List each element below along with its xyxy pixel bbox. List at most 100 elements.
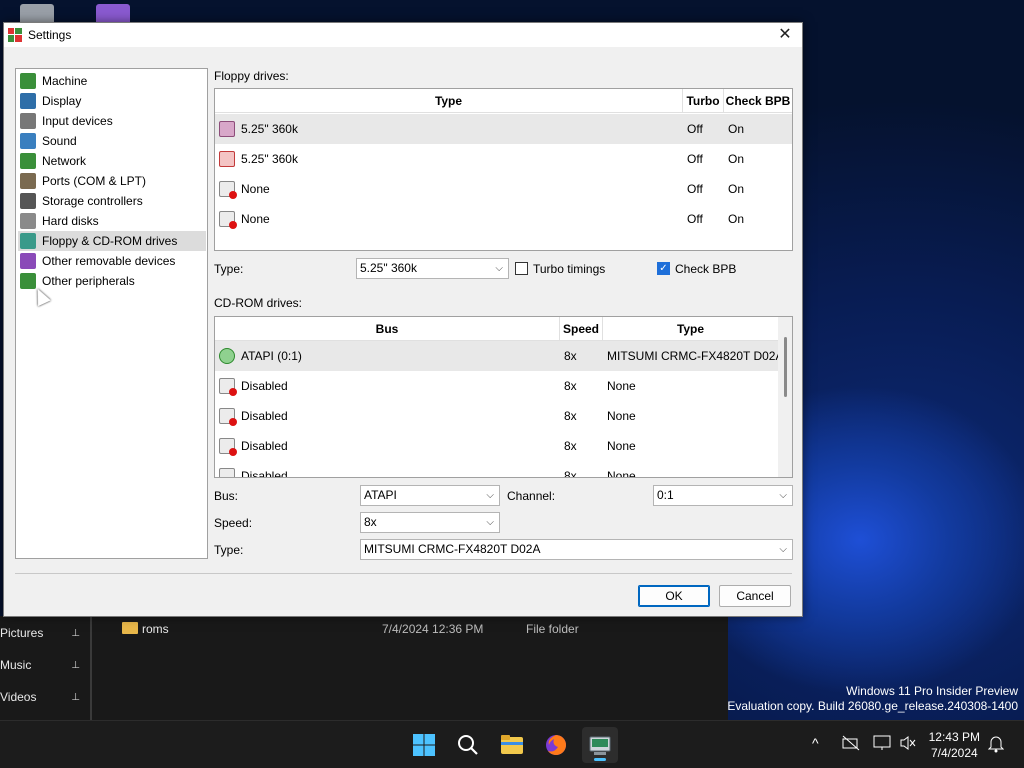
tree-item-floppy-cdrom[interactable]: Floppy & CD-ROM drives	[18, 231, 206, 251]
check-bpb-label: Check BPB	[675, 262, 737, 276]
dialog-titlebar[interactable]: Settings ✕	[4, 23, 802, 47]
cdrom-drives-list[interactable]: Bus Speed Type ATAPI (0:1) 8x MITSUMI CR…	[214, 316, 793, 478]
cdrom-speed-label: Speed:	[214, 516, 253, 530]
cdrom-type-select[interactable]: MITSUMI CRMC-FX4820T D02A ⌵	[360, 539, 793, 560]
nav-item-label: Pictures	[0, 626, 44, 640]
floppy-type: 5.25" 360k	[241, 152, 298, 166]
turbo-timings-label: Turbo timings	[533, 262, 606, 276]
nav-item-label: Videos	[0, 690, 37, 704]
speaker-muted-icon	[900, 736, 916, 750]
check-bpb-checkbox[interactable]: ✓	[657, 262, 670, 275]
pin-icon: ⊥	[71, 659, 80, 671]
file-kind: File folder	[526, 622, 579, 636]
cdrom-type: None	[607, 469, 636, 478]
ok-button[interactable]: OK	[638, 585, 710, 607]
cdrom-row[interactable]: ATAPI (0:1) 8x MITSUMI CRMC-FX4820T D02A	[215, 341, 783, 371]
cdrom-list-scrollbar[interactable]	[778, 317, 792, 477]
file-row-roms[interactable]: roms 7/4/2024 12:36 PM File folder	[122, 620, 722, 640]
floppy-check-bpb: On	[728, 152, 745, 166]
cdrom-row[interactable]: Disabled 8x None	[215, 401, 778, 431]
column-header-speed[interactable]: Speed	[560, 317, 603, 341]
floppy-row[interactable]: 5.25" 360k Off On	[215, 114, 792, 144]
settings-dialog: Settings ✕ Machine Display Input devices…	[3, 22, 803, 617]
input-devices-icon	[20, 113, 36, 129]
scrollbar-thumb[interactable]	[784, 337, 787, 397]
checkmark-icon: ✓	[659, 263, 668, 274]
tree-item-label: Storage controllers	[42, 194, 143, 208]
display-status-button[interactable]	[873, 735, 891, 754]
file-date: 7/4/2024 12:36 PM	[382, 622, 484, 636]
taskbar-clock[interactable]: 12:43 PM 7/4/2024	[929, 729, 980, 761]
cdrom-speed-select[interactable]: 8x ⌵	[360, 512, 500, 533]
nav-item-label: Music	[0, 658, 32, 672]
hard-disks-icon	[20, 213, 36, 229]
floppy-type-select[interactable]: 5.25" 360k ⌵	[356, 258, 509, 279]
firefox-button[interactable]	[538, 727, 574, 763]
tree-item-label: Machine	[42, 74, 88, 88]
ports-icon	[20, 173, 36, 189]
peripherals-icon	[20, 273, 36, 289]
tree-item-ports[interactable]: Ports (COM & LPT)	[18, 171, 206, 191]
chevron-down-icon: ⌵	[486, 490, 494, 501]
nav-item-music[interactable]: Music ⊥	[0, 655, 88, 675]
storage-controllers-icon	[20, 193, 36, 209]
cdrom-row[interactable]: Disabled 8x None	[215, 461, 778, 478]
floppy-type-value: 5.25" 360k	[360, 261, 417, 275]
start-icon	[413, 734, 435, 756]
cdrom-bus: Disabled	[241, 379, 288, 393]
floppy-turbo: Off	[687, 122, 703, 136]
floppy-row[interactable]: None Off On	[215, 174, 792, 204]
tree-item-other-peripherals[interactable]: Other peripherals	[18, 271, 206, 291]
column-header-turbo[interactable]: Turbo	[683, 89, 724, 113]
tree-item-storage-controllers[interactable]: Storage controllers	[18, 191, 206, 211]
floppy-drives-list[interactable]: Type Turbo Check BPB 5.25" 360k Off On 5…	[214, 88, 793, 251]
tree-item-sound[interactable]: Sound	[18, 131, 206, 151]
search-button[interactable]	[450, 727, 486, 763]
cdrom-disabled-icon	[219, 438, 237, 456]
pin-icon: ⊥	[71, 627, 80, 639]
column-header-bus[interactable]: Bus	[215, 317, 560, 341]
tree-item-network[interactable]: Network	[18, 151, 206, 171]
cdrom-bus-select[interactable]: ATAPI ⌵	[360, 485, 500, 506]
close-button[interactable]: ✕	[774, 25, 796, 45]
cdrom-row[interactable]: Disabled 8x None	[215, 371, 778, 401]
volume-status-button[interactable]	[899, 735, 917, 754]
cancel-button[interactable]: Cancel	[719, 585, 791, 607]
floppy-row[interactable]: 5.25" 360k Off On	[215, 144, 792, 174]
monitor-icon	[873, 735, 891, 750]
cdrom-channel-label: Channel:	[507, 489, 556, 503]
tree-item-input-devices[interactable]: Input devices	[18, 111, 206, 131]
floppy-empty-icon	[219, 211, 237, 229]
cdrom-row[interactable]: Disabled 8x None	[215, 431, 778, 461]
column-header-check-bpb[interactable]: Check BPB	[724, 89, 792, 113]
start-button[interactable]	[406, 727, 442, 763]
cdrom-type-label: Type:	[214, 543, 244, 557]
floppy-row[interactable]: None Off On	[215, 204, 792, 234]
cdrom-disabled-icon	[219, 378, 237, 396]
nav-item-pictures[interactable]: Pictures ⊥	[0, 623, 88, 643]
column-header-type[interactable]: Type	[215, 89, 683, 113]
taskbar: ^ 12:43 PM 7/4/2024	[0, 720, 1024, 768]
tree-item-display[interactable]: Display	[18, 91, 206, 111]
cdrom-channel-select[interactable]: 0:1 ⌵	[653, 485, 793, 506]
tree-item-machine[interactable]: Machine	[18, 71, 206, 91]
tree-item-hard-disks[interactable]: Hard disks	[18, 211, 206, 231]
notifications-button[interactable]	[987, 735, 1005, 756]
cdrom-type: None	[607, 409, 636, 423]
tree-item-other-removable[interactable]: Other removable devices	[18, 251, 206, 271]
tree-item-label: Floppy & CD-ROM drives	[42, 234, 178, 248]
file-explorer-button[interactable]	[494, 727, 530, 763]
show-hidden-icons-button[interactable]: ^	[812, 735, 819, 751]
cdrom-type: None	[607, 379, 636, 393]
floppy-cdrom-icon	[20, 233, 36, 249]
cdrom-bus: Disabled	[241, 469, 288, 478]
turbo-timings-checkbox[interactable]	[515, 262, 528, 275]
86box-button[interactable]	[582, 727, 618, 763]
network-status-button[interactable]	[842, 735, 860, 754]
nav-item-videos[interactable]: Videos ⊥	[0, 687, 88, 707]
cdrom-speed: 8x	[564, 439, 577, 453]
column-header-type[interactable]: Type	[603, 317, 778, 341]
floppy-empty-icon	[219, 181, 237, 199]
settings-category-list[interactable]: Machine Display Input devices Sound Netw…	[15, 68, 208, 559]
file-name: roms	[142, 622, 169, 636]
